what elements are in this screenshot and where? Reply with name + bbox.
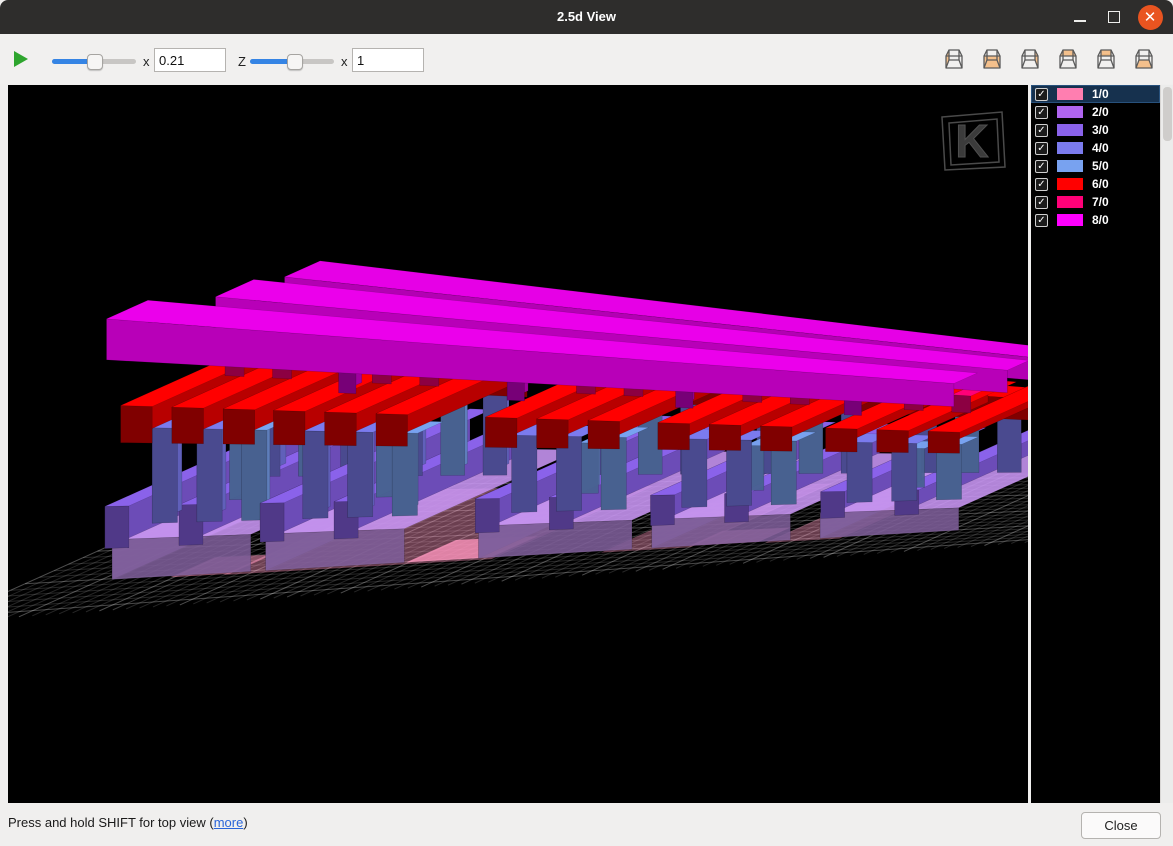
svg-text:K: K <box>955 115 988 167</box>
layer-color-swatch <box>1057 160 1083 172</box>
window-title: 2.5d View <box>0 0 1173 34</box>
view-left-cube-icon <box>942 47 966 71</box>
status-hint: Press and hold SHIFT for top view (more) <box>8 815 248 830</box>
layer-color-swatch <box>1057 88 1083 100</box>
view-top-button[interactable] <box>1055 47 1081 73</box>
layer-list-scrollbar[interactable] <box>1160 85 1173 803</box>
titlebar[interactable]: 2.5d View ✕ <box>0 0 1173 34</box>
status-hint-suffix: ) <box>243 815 247 830</box>
close-icon: ✕ <box>1138 5 1163 30</box>
x-scale-input[interactable] <box>154 48 226 72</box>
view-back-button[interactable] <box>1093 47 1119 73</box>
x-scale-slider[interactable] <box>52 59 136 64</box>
x-scale-label: x <box>143 54 150 69</box>
layer-color-swatch <box>1057 196 1083 208</box>
view-bottom-button[interactable] <box>1131 47 1157 73</box>
scrollbar-thumb[interactable] <box>1163 87 1172 141</box>
more-link[interactable]: more <box>214 815 244 830</box>
25d-view-window: 2.5d View ✕ x Z x K ✓1/0✓2/ <box>0 0 1173 846</box>
play-button[interactable] <box>14 51 28 67</box>
layer-visibility-checkbox[interactable]: ✓ <box>1035 106 1048 119</box>
view-bottom-cube-icon <box>1132 47 1156 71</box>
layer-color-swatch <box>1057 142 1083 154</box>
view-front-cube-icon <box>980 47 1004 71</box>
layer-row-8-0[interactable]: ✓ 8/0 <box>1031 211 1160 229</box>
layer-row-2-0[interactable]: ✓ 2/0 <box>1031 103 1160 121</box>
layer-name: 5/0 <box>1092 159 1109 173</box>
layer-visibility-checkbox[interactable]: ✓ <box>1035 160 1048 173</box>
layer-row-6-0[interactable]: ✓ 6/0 <box>1031 175 1160 193</box>
layer-row-5-0[interactable]: ✓ 5/0 <box>1031 157 1160 175</box>
layer-visibility-checkbox[interactable]: ✓ <box>1035 88 1048 101</box>
layer-color-swatch <box>1057 214 1083 226</box>
layer-row-3-0[interactable]: ✓ 3/0 <box>1031 121 1160 139</box>
view-top-cube-icon <box>1056 47 1080 71</box>
z-label: Z <box>238 54 246 69</box>
view-right-cube-icon <box>1018 47 1042 71</box>
layer-list: ✓ 1/0 ✓ 2/0 ✓ 3/0 ✓ 4/0 ✓ 5/0 ✓ 6/0 ✓ 7/0 ✓ 8/0 <box>1031 85 1160 803</box>
statusbar: Press and hold SHIFT for top view (more)… <box>0 803 1173 846</box>
3d-scene: K <box>8 85 1028 803</box>
view-back-cube-icon <box>1094 47 1118 71</box>
layer-name: 7/0 <box>1092 195 1109 209</box>
minimize-icon <box>1074 20 1086 22</box>
z-scale-slider[interactable] <box>250 59 334 64</box>
layer-visibility-checkbox[interactable]: ✓ <box>1035 214 1048 227</box>
toolbar: x Z x <box>0 34 1173 84</box>
z-scale-slider-handle[interactable] <box>287 54 303 70</box>
layer-visibility-checkbox[interactable]: ✓ <box>1035 142 1048 155</box>
view-left-button[interactable] <box>941 47 967 73</box>
x-scale-slider-handle[interactable] <box>87 54 103 70</box>
close-window-button[interactable]: ✕ <box>1133 0 1167 34</box>
layer-visibility-checkbox[interactable]: ✓ <box>1035 196 1048 209</box>
layer-name: 1/0 <box>1092 87 1109 101</box>
layer-visibility-checkbox[interactable]: ✓ <box>1035 124 1048 137</box>
view-right-button[interactable] <box>1017 47 1043 73</box>
minimize-button[interactable] <box>1063 0 1097 34</box>
main-area: K ✓ 1/0 ✓ 2/0 ✓ 3/0 ✓ 4/0 ✓ 5/0 ✓ 6/0 ✓ 7/0 ✓ 8/0 <box>0 84 1173 803</box>
layer-name: 2/0 <box>1092 105 1109 119</box>
z-scale-x-label: x <box>341 54 348 69</box>
layer-color-swatch <box>1057 124 1083 136</box>
maximize-icon <box>1108 11 1120 23</box>
layer-color-swatch <box>1057 178 1083 190</box>
status-hint-prefix: Press and hold SHIFT for top view ( <box>8 815 214 830</box>
3d-viewport[interactable]: K <box>8 85 1028 803</box>
layer-color-swatch <box>1057 106 1083 118</box>
layer-row-4-0[interactable]: ✓ 4/0 <box>1031 139 1160 157</box>
view-front-button[interactable] <box>979 47 1005 73</box>
layer-name: 8/0 <box>1092 213 1109 227</box>
layer-visibility-checkbox[interactable]: ✓ <box>1035 178 1048 191</box>
close-dialog-button[interactable]: Close <box>1081 812 1161 839</box>
z-scale-input[interactable] <box>352 48 424 72</box>
layer-name: 3/0 <box>1092 123 1109 137</box>
maximize-button[interactable] <box>1097 0 1131 34</box>
layer-name: 6/0 <box>1092 177 1109 191</box>
layer-name: 4/0 <box>1092 141 1109 155</box>
layer-row-7-0[interactable]: ✓ 7/0 <box>1031 193 1160 211</box>
layer-row-1-0[interactable]: ✓ 1/0 <box>1031 85 1160 103</box>
